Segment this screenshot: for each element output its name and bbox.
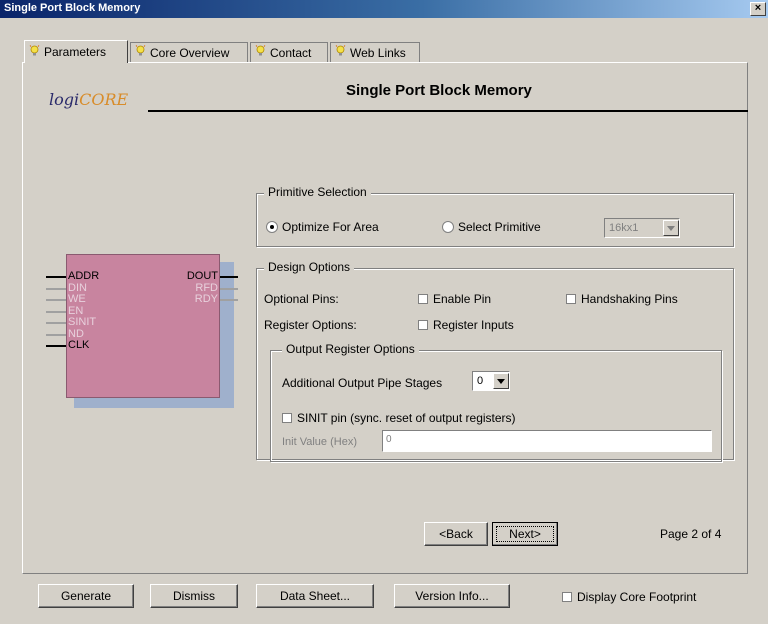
lightbulb-icon: [255, 45, 266, 60]
pin-line-we: [46, 299, 66, 301]
init-value-label: Init Value (Hex): [282, 436, 357, 448]
lightbulb-icon: [29, 44, 40, 60]
register-options-label: Register Options:: [264, 318, 357, 332]
pin-line-nd: [46, 333, 66, 336]
pin-line-sinit: [46, 322, 66, 324]
enable-pin-checkbox[interactable]: Enable Pin: [418, 292, 491, 306]
pin-line-clk: [46, 345, 66, 347]
sinit-pin-checkbox[interactable]: SINIT pin (sync. reset of output registe…: [282, 411, 516, 425]
tab-contact[interactable]: Contact: [250, 42, 328, 62]
output-register-legend: Output Register Options: [282, 342, 419, 356]
primitive-selection-legend: Primitive Selection: [264, 185, 371, 199]
pipe-stages-label: Additional Output Pipe Stages: [282, 376, 443, 390]
select-primitive-radio[interactable]: Select Primitive: [442, 220, 541, 234]
primitive-select[interactable]: 16kx1: [604, 218, 680, 238]
register-inputs-checkbox[interactable]: Register Inputs: [418, 318, 514, 332]
handshaking-pins-checkbox[interactable]: Handshaking Pins: [566, 292, 678, 306]
pin-line-dout: [220, 276, 238, 278]
tab-label: Contact: [270, 45, 312, 60]
pin-line-rfd: [220, 287, 238, 290]
tab-parameters[interactable]: Parameters: [24, 40, 128, 63]
chevron-down-icon[interactable]: [663, 220, 679, 236]
page-indicator: Page 2 of 4: [660, 527, 722, 541]
radio-selected[interactable]: [266, 221, 278, 233]
tab-label: Parameters: [44, 45, 107, 59]
next-button[interactable]: Next>: [492, 522, 558, 546]
generate-button[interactable]: Generate: [38, 584, 134, 608]
chevron-down-icon[interactable]: [493, 373, 509, 389]
pipe-stages-select[interactable]: 0: [472, 371, 510, 391]
tab-web-links[interactable]: Web Links: [330, 42, 420, 62]
pin-line-din: [46, 287, 66, 290]
data-sheet-button[interactable]: Data Sheet...: [256, 584, 374, 608]
version-info-button[interactable]: Version Info...: [394, 584, 510, 608]
design-options-legend: Design Options: [264, 260, 355, 274]
window-title: Single Port Block Memory: [4, 2, 141, 14]
header-divider: [148, 110, 748, 112]
pin-label-sinit: SINIT: [68, 316, 97, 328]
pin-label-rdy: RDY: [194, 293, 218, 305]
dismiss-button[interactable]: Dismiss: [150, 584, 238, 608]
optimize-area-radio[interactable]: Optimize For Area: [266, 220, 379, 234]
display-footprint-checkbox[interactable]: Display Core Footprint: [562, 590, 696, 604]
tab-label: Core Overview: [150, 45, 230, 60]
tab-core-overview[interactable]: Core Overview: [130, 42, 248, 62]
lightbulb-icon: [135, 45, 146, 60]
optional-pins-label: Optional Pins:: [264, 292, 339, 306]
close-button[interactable]: ×: [750, 2, 766, 16]
pin-line-addr: [46, 276, 66, 278]
pin-label-we: WE: [68, 293, 86, 305]
close-icon: ×: [754, 2, 762, 14]
lightbulb-icon: [335, 45, 346, 60]
pin-label-rfd: RFD: [195, 281, 218, 294]
pin-label-nd: ND: [68, 327, 84, 340]
back-button[interactable]: <Back: [424, 522, 488, 546]
pin-line-en: [46, 310, 66, 313]
pin-label-clk: CLK: [68, 339, 90, 351]
init-value-input[interactable]: 0: [382, 430, 712, 452]
pin-line-rdy: [220, 299, 238, 301]
logicore-logo: logiCORE: [49, 90, 129, 109]
pin-label-dout: DOUT: [186, 270, 218, 282]
pin-label-din: DIN: [68, 281, 87, 294]
page-title: Single Port Block Memory: [346, 82, 532, 99]
tab-label: Web Links: [350, 45, 406, 60]
pin-label-en: EN: [68, 304, 84, 317]
pin-label-addr: ADDR: [68, 270, 100, 282]
radio-unselected[interactable]: [442, 221, 454, 233]
